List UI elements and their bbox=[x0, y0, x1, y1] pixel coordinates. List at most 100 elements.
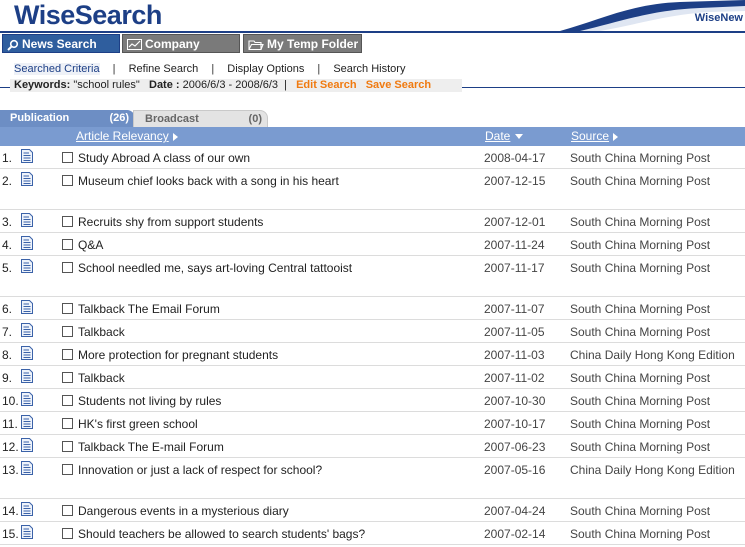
edit-search-link[interactable]: Edit Search bbox=[296, 79, 357, 91]
result-number: 15. bbox=[2, 527, 19, 541]
result-date: 2007-06-23 bbox=[484, 440, 546, 454]
main-tabs: News Search Company Search My Temp Folde… bbox=[0, 34, 745, 88]
document-icon[interactable] bbox=[21, 172, 33, 186]
document-icon[interactable] bbox=[21, 369, 33, 383]
result-source: South China Morning Post bbox=[570, 302, 711, 316]
result-title[interactable]: Talkback The Email Forum bbox=[78, 302, 220, 316]
sort-by-source[interactable]: Source bbox=[571, 129, 619, 143]
result-source: South China Morning Post bbox=[570, 371, 711, 385]
result-checkbox[interactable] bbox=[62, 372, 73, 383]
result-source: South China Morning Post bbox=[570, 440, 711, 454]
result-title[interactable]: HK's first green school bbox=[78, 417, 198, 431]
document-icon[interactable] bbox=[21, 346, 33, 360]
relevancy-header-label: Article Relevancy bbox=[76, 129, 169, 143]
document-icon[interactable] bbox=[21, 236, 33, 250]
result-checkbox[interactable] bbox=[62, 528, 73, 539]
document-icon[interactable] bbox=[21, 259, 33, 273]
subnav-separator: | bbox=[211, 63, 215, 75]
result-title[interactable]: Recruits shy from support students bbox=[78, 215, 263, 229]
searched-criteria-link[interactable]: Searched Criteria bbox=[14, 63, 100, 75]
date-range-value: 2006/6/3 - 2008/6/3 bbox=[182, 79, 279, 91]
document-icon[interactable] bbox=[21, 149, 33, 163]
result-date: 2008-04-17 bbox=[484, 151, 546, 165]
sort-by-date[interactable]: Date bbox=[485, 129, 524, 143]
result-number: 4. bbox=[2, 238, 13, 252]
result-number: 1. bbox=[2, 151, 13, 165]
sort-by-relevancy[interactable]: Article Relevancy bbox=[76, 129, 178, 143]
arrow-right-icon bbox=[172, 132, 178, 141]
tab-news-search[interactable]: News Search bbox=[2, 34, 120, 53]
result-checkbox[interactable] bbox=[62, 239, 73, 250]
document-icon[interactable] bbox=[21, 502, 33, 516]
tab-broadcast[interactable]: Broadcast (0) bbox=[133, 110, 268, 127]
result-title[interactable]: Dangerous events in a mysterious diary bbox=[78, 504, 289, 518]
tab-company-search[interactable]: Company Search bbox=[122, 34, 240, 70]
tab-my-temp-folder[interactable]: My Temp Folder bbox=[243, 34, 362, 53]
document-icon[interactable] bbox=[21, 461, 33, 475]
result-row: 14. Dangerous events in a mysterious diar… bbox=[0, 499, 745, 522]
result-date: 2007-10-17 bbox=[484, 417, 546, 431]
document-icon[interactable] bbox=[21, 438, 33, 452]
result-title[interactable]: Should teachers be allowed to search stu… bbox=[78, 527, 365, 541]
result-date: 2007-11-17 bbox=[484, 261, 545, 275]
result-title[interactable]: Talkback bbox=[78, 325, 125, 339]
result-title[interactable]: Study Abroad A class of our own bbox=[78, 151, 250, 165]
search-history-link[interactable]: Search History bbox=[333, 63, 405, 75]
document-icon[interactable] bbox=[21, 415, 33, 429]
refine-search-link[interactable]: Refine Search bbox=[129, 63, 199, 75]
result-date: 2007-12-01 bbox=[484, 215, 546, 229]
header-right-text[interactable]: WiseNew bbox=[695, 12, 743, 24]
result-date: 2007-11-05 bbox=[484, 325, 545, 339]
display-options-link[interactable]: Display Options bbox=[227, 63, 304, 75]
results-list: 1. Study Abroad A class of our own 2008-04… bbox=[0, 146, 745, 545]
result-title[interactable]: Innovation or just a lack of respect for… bbox=[78, 463, 322, 477]
result-source: South China Morning Post bbox=[570, 261, 711, 275]
result-title[interactable]: Q&A bbox=[78, 238, 103, 252]
result-number: 7. bbox=[2, 325, 13, 339]
result-date: 2007-11-07 bbox=[484, 302, 545, 316]
result-row: 4. Q&A 2007-11-24 South China Morning Post bbox=[0, 233, 745, 256]
header-divider bbox=[0, 31, 745, 33]
result-checkbox[interactable] bbox=[62, 505, 73, 516]
source-header-label: Source bbox=[571, 129, 610, 143]
result-checkbox[interactable] bbox=[62, 326, 73, 337]
result-checkbox[interactable] bbox=[62, 152, 73, 163]
result-checkbox[interactable] bbox=[62, 262, 73, 273]
result-checkbox[interactable] bbox=[62, 175, 73, 186]
result-checkbox[interactable] bbox=[62, 216, 73, 227]
tab-publication[interactable]: Publication (26) bbox=[0, 110, 135, 127]
broadcast-count: (0) bbox=[248, 113, 262, 125]
document-icon[interactable] bbox=[21, 525, 33, 539]
result-checkbox[interactable] bbox=[62, 303, 73, 314]
result-row: 9. Talkback 2007-11-02 South China Morning … bbox=[0, 366, 745, 389]
results-column-header: Article Relevancy Date Source bbox=[0, 127, 745, 146]
result-number: 2. bbox=[2, 174, 13, 188]
result-checkbox[interactable] bbox=[62, 441, 73, 452]
result-title[interactable]: More protection for pregnant students bbox=[78, 348, 278, 362]
result-source: South China Morning Post bbox=[570, 215, 711, 229]
result-source: South China Morning Post bbox=[570, 504, 711, 518]
date-label: Date : bbox=[149, 79, 180, 91]
result-number: 11. bbox=[2, 417, 18, 431]
result-checkbox[interactable] bbox=[62, 464, 73, 475]
tab-my-temp-folder-label: My Temp Folder bbox=[267, 37, 359, 51]
result-checkbox[interactable] bbox=[62, 418, 73, 429]
result-title[interactable]: Museum chief looks back with a song in h… bbox=[78, 174, 339, 188]
result-title[interactable]: School needled me, says art-loving Centr… bbox=[78, 261, 352, 275]
document-icon[interactable] bbox=[21, 323, 33, 337]
document-icon[interactable] bbox=[21, 392, 33, 406]
document-icon[interactable] bbox=[21, 300, 33, 314]
result-checkbox[interactable] bbox=[62, 395, 73, 406]
document-icon[interactable] bbox=[21, 213, 33, 227]
result-title[interactable]: Students not living by rules bbox=[78, 394, 221, 408]
result-number: 8. bbox=[2, 348, 13, 362]
result-number: 13. bbox=[2, 463, 19, 477]
save-search-link[interactable]: Save Search bbox=[366, 79, 431, 91]
result-checkbox[interactable] bbox=[62, 349, 73, 360]
result-title[interactable]: Talkback bbox=[78, 371, 125, 385]
keywords-label: Keywords: bbox=[14, 79, 71, 91]
result-title[interactable]: Talkback The E-mail Forum bbox=[78, 440, 224, 454]
result-date: 2007-04-24 bbox=[484, 504, 546, 518]
result-number: 6. bbox=[2, 302, 13, 316]
date-header-label: Date bbox=[485, 129, 511, 143]
